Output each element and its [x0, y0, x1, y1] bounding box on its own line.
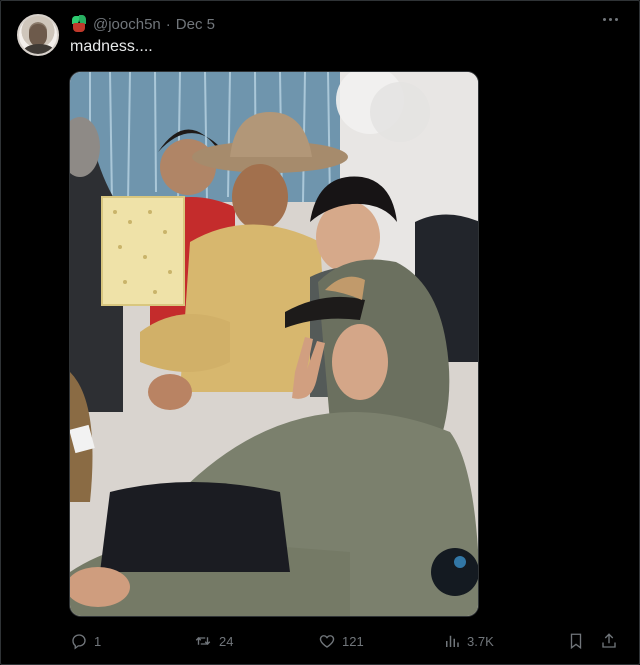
share-button[interactable]: [600, 630, 618, 652]
avatar[interactable]: [17, 14, 59, 56]
photo-illustration: [70, 72, 478, 616]
reply-icon: [72, 634, 86, 650]
post-header: @jooch5n · Dec 5: [70, 14, 215, 34]
like-icon: [319, 635, 335, 648]
like-button[interactable]: 121: [318, 630, 364, 652]
plant-emoji-icon: [70, 15, 88, 33]
repost-count: 24: [219, 633, 234, 649]
more-icon[interactable]: [603, 18, 618, 21]
reply-count: 1: [94, 633, 102, 649]
share-icon: [602, 633, 616, 648]
repost-button[interactable]: 24: [193, 630, 233, 652]
reply-button[interactable]: 1: [70, 630, 101, 652]
views-count: 3.7K: [467, 633, 494, 649]
bookmark-button[interactable]: [567, 630, 585, 652]
post-date[interactable]: Dec 5: [176, 16, 215, 33]
avatar-face: [29, 24, 47, 46]
like-count: 121: [342, 633, 364, 649]
views-icon: [446, 635, 459, 647]
user-handle[interactable]: @jooch5n: [93, 16, 161, 33]
views-button[interactable]: 3.7K: [443, 630, 494, 652]
date-separator: ·: [165, 15, 171, 33]
action-bar: 1 24 121 3.7K: [70, 630, 620, 652]
bookmark-icon: [570, 633, 582, 650]
repost-icon: [195, 637, 211, 645]
post-text: madness....: [70, 38, 153, 55]
post-photo[interactable]: [69, 71, 479, 617]
